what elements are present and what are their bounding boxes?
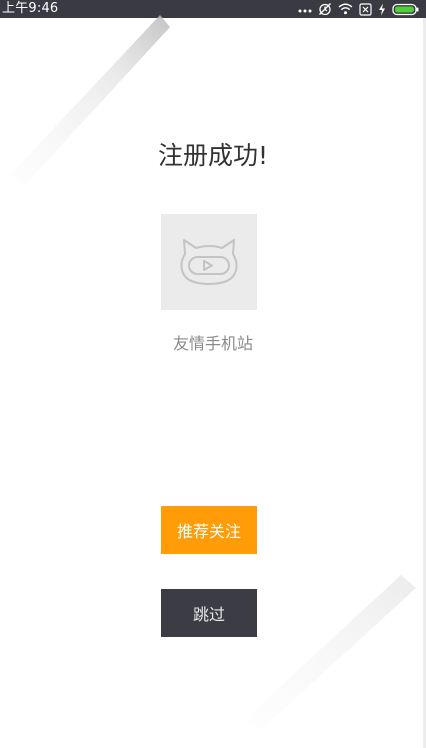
- alarm-off-icon: [318, 2, 332, 16]
- page-title: 注册成功!: [157, 141, 269, 170]
- wifi-icon: [338, 3, 353, 15]
- more-dots-icon: [298, 4, 312, 14]
- charging-icon: [378, 3, 386, 16]
- battery-icon: [392, 3, 420, 16]
- sim-off-icon: [359, 2, 372, 16]
- bottom-light-streak: [244, 575, 416, 730]
- app-name-label: 友情手机站: [172, 334, 253, 353]
- status-icons: [298, 0, 420, 18]
- status-time: 上午9:46: [2, 1, 59, 16]
- skip-button[interactable]: 跳过: [161, 589, 257, 637]
- status-bar: 上午9:46: [0, 0, 426, 18]
- mascot-icon: [180, 239, 238, 285]
- app-tile: [161, 214, 257, 310]
- recommend-follow-button[interactable]: 推荐关注: [161, 506, 257, 554]
